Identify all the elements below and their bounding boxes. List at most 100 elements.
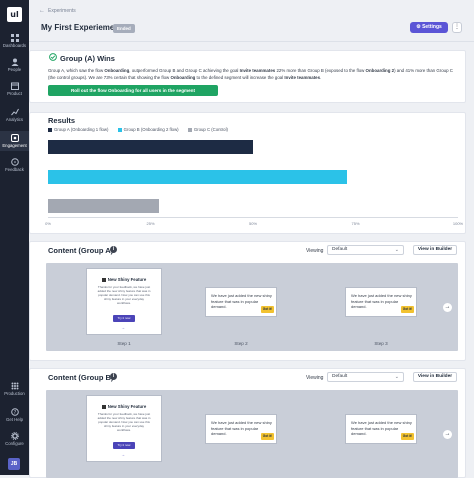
- help-icon: ?: [10, 408, 19, 416]
- chevron-down-icon: ⌄: [394, 247, 399, 253]
- chart-bar: [48, 170, 348, 184]
- step-label: Step 2: [234, 341, 248, 346]
- people-icon: [11, 58, 18, 66]
- sidebar-item-label: Production: [4, 391, 25, 396]
- try-it-now-button: Try it now: [113, 315, 135, 322]
- view-in-builder-button[interactable]: View in Builder: [413, 245, 457, 255]
- modal-title: New Shiny Feature: [87, 404, 161, 409]
- viewing-select[interactable]: Default ⌄: [327, 372, 404, 382]
- got-it-button: Got it!: [401, 433, 414, 440]
- modal-body: Thanks for your feedback, we have just a…: [97, 285, 151, 305]
- sidebar-item-production[interactable]: Production: [0, 382, 29, 396]
- engagement-icon: [10, 134, 19, 142]
- x-tick-label: 100%: [452, 221, 464, 226]
- step-2-preview[interactable]: We have just added the new shiny feature…: [205, 287, 277, 317]
- app-logo[interactable]: ul: [7, 7, 22, 22]
- chat-icon: [10, 158, 19, 166]
- avatar[interactable]: JB: [8, 458, 20, 470]
- check-circle-icon: [49, 53, 57, 61]
- results-card: Results Group A (Onboarding 1 flow) Grou…: [29, 112, 466, 234]
- chevron-down-icon: ⌄: [394, 374, 399, 380]
- sidebar-item-label: Get Help: [6, 417, 23, 422]
- legend-item: Group A (Onboarding 1 flow): [48, 127, 108, 132]
- back-arrow-icon: ←: [39, 8, 45, 14]
- legend-swatch: [187, 127, 192, 132]
- sidebar-item-analytics[interactable]: Analytics: [0, 108, 29, 122]
- x-tick-label: 50%: [248, 221, 258, 226]
- view-in-builder-button[interactable]: View in Builder: [413, 372, 457, 382]
- sidebar-item-label: People: [7, 67, 22, 72]
- try-it-now-button: Try it now: [113, 442, 135, 449]
- results-title: Results: [48, 116, 76, 125]
- sidebar-item-dashboards[interactable]: Dashboards: [0, 34, 29, 48]
- got-it-button: Got it!: [261, 306, 274, 313]
- apps-icon: [11, 382, 18, 390]
- x-axis: [48, 217, 458, 218]
- sidebar-item-get-help[interactable]: ? Get Help: [0, 408, 29, 422]
- legend-item: Group B (Onboarding 2 flow): [117, 127, 179, 132]
- step-label: Step 1: [117, 341, 131, 346]
- settings-button[interactable]: ⚙ Settings: [410, 22, 448, 33]
- settings-label: Settings: [422, 24, 442, 30]
- steps-panel: New Shiny Feature Thanks for your feedba…: [46, 390, 458, 478]
- feature-icon: [101, 277, 106, 282]
- step-2-preview[interactable]: We have just added the new shiny feature…: [205, 414, 277, 444]
- more-options-button[interactable]: ⋮: [452, 22, 462, 33]
- chart-bar: [48, 199, 159, 213]
- chart-icon: [10, 108, 19, 116]
- got-it-button: Got it!: [401, 306, 414, 313]
- legend-item: Group C (Control): [187, 127, 228, 132]
- sidebar-item-label: Analytics: [5, 117, 24, 122]
- feature-icon: [101, 404, 106, 409]
- sidebar-item-label: Configure: [5, 441, 24, 446]
- gear-icon: [10, 432, 19, 440]
- viewing-label: Viewing: [306, 375, 324, 381]
- step-1-preview[interactable]: New Shiny Feature Thanks for your feedba…: [86, 268, 162, 335]
- content-card-group-b: Content (Group B) i Viewing Default ⌄ Vie…: [29, 368, 466, 478]
- step-label: Step 3: [374, 341, 388, 346]
- sidebar-item-feedback[interactable]: Feedback: [0, 158, 29, 172]
- info-icon[interactable]: i: [110, 246, 117, 253]
- sidebar-item-label: Engagement: [2, 143, 27, 148]
- sidebar-item-people[interactable]: People: [0, 58, 29, 72]
- box-icon: [10, 82, 19, 90]
- legend-swatch: [48, 127, 52, 132]
- sidebar: ul Dashboards People Product Analytics E…: [0, 0, 29, 475]
- step-3-preview[interactable]: We have just added the new shiny feature…: [345, 287, 417, 317]
- page-title: My First Experiement: [41, 23, 122, 32]
- sidebar-item-engagement[interactable]: Engagement: [0, 131, 29, 151]
- step-3-preview[interactable]: We have just added the new shiny feature…: [345, 414, 417, 444]
- arrow-right-icon: →: [121, 325, 125, 330]
- x-tick-label: 25%: [146, 221, 155, 226]
- next-step-arrow-icon[interactable]: →: [443, 430, 452, 439]
- modal-body: Thanks for your feedback, we have just a…: [97, 412, 151, 432]
- sidebar-item-configure[interactable]: Configure: [0, 432, 29, 446]
- x-tick-label: 0%: [45, 221, 51, 226]
- winner-description: Group A, which saw the flow Onboarding, …: [48, 68, 453, 80]
- breadcrumb-label: Experiments: [48, 8, 76, 14]
- viewing-label: Viewing: [306, 248, 324, 254]
- next-step-arrow-icon[interactable]: →: [443, 303, 452, 312]
- svg-text:?: ?: [13, 410, 16, 416]
- divider: [29, 41, 474, 42]
- got-it-button: Got it!: [261, 433, 274, 440]
- x-tick-label: 75%: [351, 221, 360, 226]
- grid-icon: [10, 34, 19, 42]
- chart-bar: [48, 140, 253, 154]
- content-card-group-a: Content (Group A) i Viewing Default ⌄ Vie…: [29, 241, 466, 361]
- section-title: Content (Group B): [48, 373, 114, 382]
- arrow-right-icon: →: [121, 452, 125, 457]
- info-icon[interactable]: i: [110, 373, 117, 380]
- rollout-button[interactable]: Roll out the flow Onboarding for all use…: [48, 85, 218, 96]
- step-1-preview[interactable]: New Shiny Feature Thanks for your feedba…: [86, 395, 162, 462]
- viewing-select[interactable]: Default ⌄: [327, 245, 404, 255]
- status-badge: Ended: [113, 24, 135, 33]
- sidebar-item-product[interactable]: Product: [0, 82, 29, 96]
- results-chart: 0% 25% 50% 75% 100%: [45, 137, 463, 227]
- breadcrumb[interactable]: ← Experiments: [39, 8, 76, 14]
- chart-legend: Group A (Onboarding 1 flow) Group B (Onb…: [48, 127, 236, 132]
- sidebar-item-label: Dashboards: [2, 43, 27, 48]
- sidebar-item-label: Feedback: [5, 167, 24, 172]
- steps-panel: New Shiny Feature Thanks for your feedba…: [46, 263, 458, 351]
- legend-swatch: [117, 127, 122, 132]
